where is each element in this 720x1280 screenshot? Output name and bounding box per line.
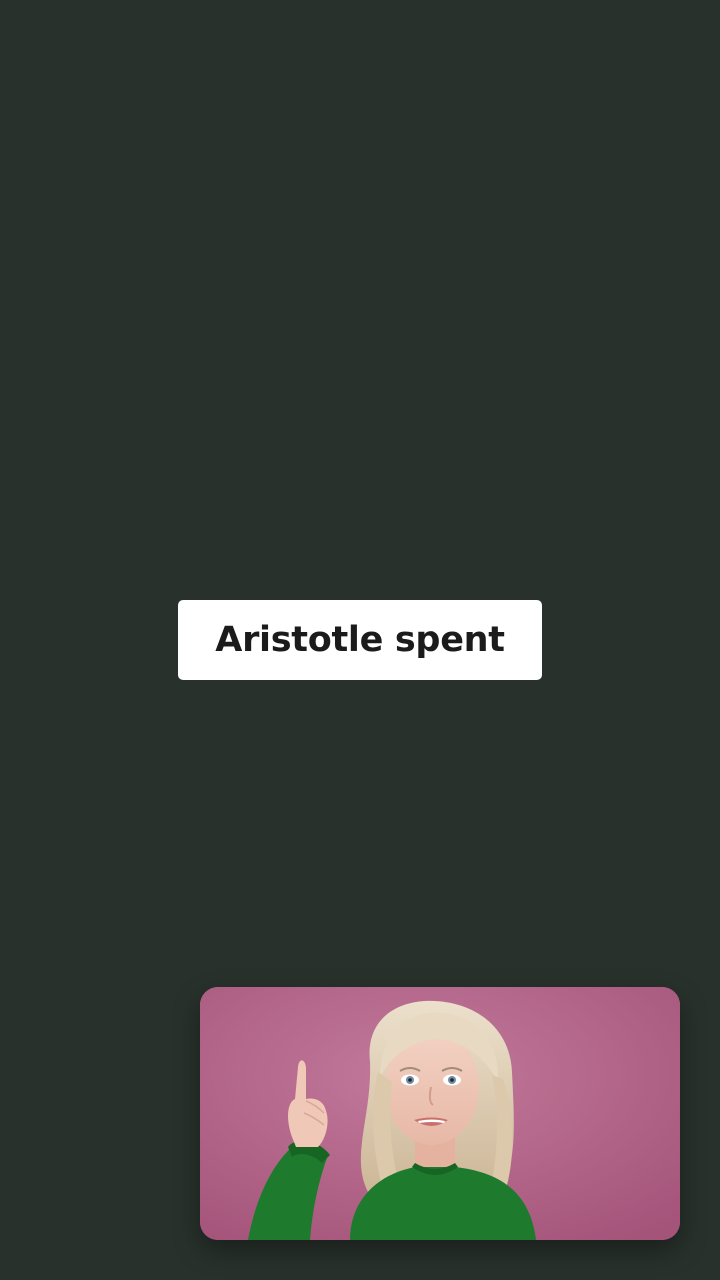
subtitle-text: Aristotle spent	[215, 620, 505, 660]
presenter-video-icon	[200, 987, 680, 1240]
video-canvas: Aristotle spent	[0, 0, 720, 1280]
presenter-video-overlay[interactable]	[200, 987, 680, 1240]
subtitle-caption: Aristotle spent	[178, 600, 542, 680]
